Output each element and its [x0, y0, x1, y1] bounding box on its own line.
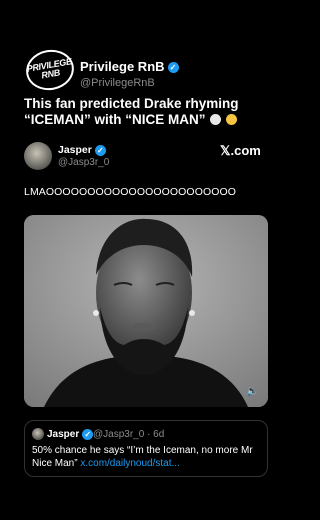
quoted-link[interactable]: x.com/dailynoud/stat...: [80, 458, 180, 469]
quoted-handle-time: @Jasp3r_0 · 6d: [93, 429, 165, 440]
logo-line-2: RNB: [40, 67, 61, 81]
mute-speaker-icon[interactable]: 🔈: [246, 386, 258, 397]
jasper-avatar[interactable]: [24, 142, 52, 170]
privilege-rnb-logo: PRIVILEGE RNB: [22, 46, 78, 94]
skull-emoji-icon: [210, 114, 222, 125]
account-name-text: Privilege RnB: [80, 59, 165, 74]
quoted-author-name-text: Jasper: [47, 429, 80, 441]
quoted-text: 50% chance he says “I’m the Iceman, no m…: [32, 444, 264, 470]
tweet-video[interactable]: [24, 215, 268, 407]
headline: This fan predicted Drake rhyming “ICEMAN…: [24, 96, 274, 128]
account-name[interactable]: Privilege RnB ✓: [80, 59, 179, 74]
verified-badge-icon: ✓: [82, 429, 94, 440]
quoted-author-avatar: [32, 428, 44, 440]
verified-badge-icon: ✓: [94, 144, 106, 156]
x-com-brand: 𝕏.com: [220, 143, 261, 158]
quoted-author-name: Jasper ✓: [47, 429, 94, 441]
tweet-author-name[interactable]: Jasper ✓: [58, 144, 106, 156]
crying-emoji-icon: [226, 114, 238, 125]
tweet-author-name-text: Jasper: [58, 144, 92, 156]
headline-line-1: This fan predicted Drake rhyming: [24, 96, 239, 111]
tweet-text: LMAOOOOOOOOOOOOOOOOOOOOOOO: [24, 186, 237, 198]
headline-line-2: “ICEMAN” with “NICE MAN”: [24, 112, 206, 127]
tweet-author-handle: @Jasp3r_0: [58, 157, 110, 168]
verified-badge-icon: ✓: [167, 62, 179, 74]
video-frame-portrait: [24, 215, 268, 407]
account-handle: @PrivilegeRnB: [80, 77, 155, 89]
